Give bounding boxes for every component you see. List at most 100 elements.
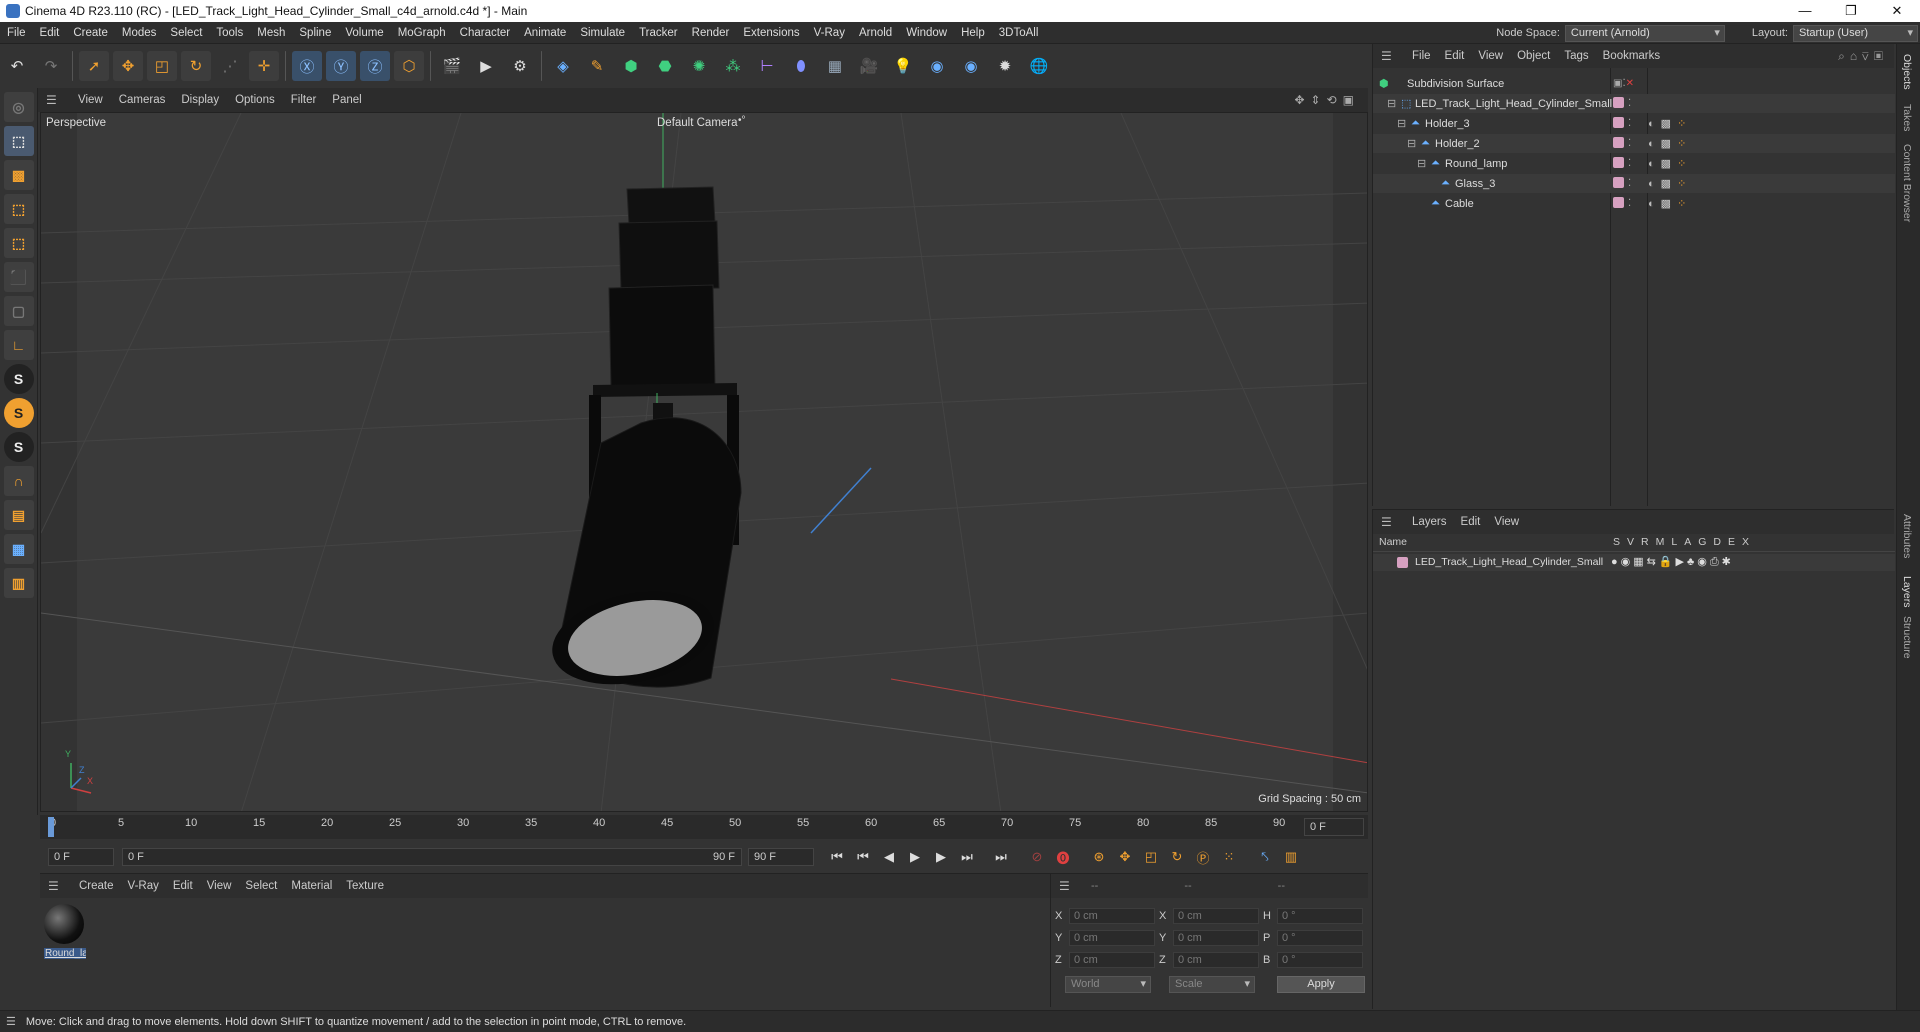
- camera-link-icon[interactable]: •°: [738, 115, 746, 126]
- maximize-button[interactable]: ❐: [1828, 0, 1874, 22]
- tab-objects[interactable]: Objects: [1901, 54, 1913, 90]
- menu-render[interactable]: Render: [685, 22, 737, 44]
- size-x-field[interactable]: 0 cm: [1173, 908, 1259, 924]
- menu-tracker[interactable]: Tracker: [632, 22, 685, 44]
- visibility-dots-icon[interactable]: ⁚: [1628, 158, 1631, 169]
- menu-volume[interactable]: Volume: [338, 22, 390, 44]
- play-icon[interactable]: ▶: [904, 846, 926, 868]
- end-frame-field[interactable]: 90 F: [748, 848, 814, 866]
- coord-space-select[interactable]: World: [1065, 976, 1151, 993]
- phong-tag-icon[interactable]: ◐: [1648, 198, 1655, 210]
- current-frame-field[interactable]: 0 F: [1304, 818, 1364, 836]
- start-frame-field[interactable]: 0 F: [48, 848, 114, 866]
- visibility-dots-icon[interactable]: ⁚: [1628, 118, 1631, 129]
- floor-icon[interactable]: ▦: [820, 51, 850, 81]
- tab-content-browser[interactable]: Content Browser: [1901, 144, 1913, 222]
- material-swatch[interactable]: Round_la: [44, 904, 86, 966]
- settings-gear-icon[interactable]: ✹: [990, 51, 1020, 81]
- menu-vray[interactable]: V-Ray: [807, 22, 852, 44]
- layout-select[interactable]: Startup (User): [1793, 24, 1918, 42]
- object-menu-view[interactable]: View: [1471, 50, 1510, 62]
- key-pla-icon[interactable]: ⁙: [1218, 846, 1240, 868]
- autokey-icon[interactable]: ⓿: [1052, 846, 1074, 868]
- recent-tool-icon[interactable]: ⋰: [215, 51, 245, 81]
- snap-icon[interactable]: S: [3, 364, 34, 394]
- workplane-icon[interactable]: ∟: [3, 330, 34, 360]
- rot-b-field[interactable]: 0 °: [1277, 952, 1363, 968]
- texture-tag-icon[interactable]: ▩: [1661, 137, 1671, 150]
- render-view-icon[interactable]: ▶: [471, 51, 501, 81]
- layer-menu-layers[interactable]: Layers: [1405, 516, 1454, 528]
- visibility-dots-icon[interactable]: ⁚: [1628, 98, 1631, 109]
- material-tag-icon[interactable]: ⁘: [1677, 157, 1686, 170]
- object-row-subdivision[interactable]: ⬢ Subdivision Surface ▣⁚✕: [1373, 74, 1895, 93]
- menu-arnold[interactable]: Arnold: [852, 22, 899, 44]
- move-tool-icon[interactable]: ✥: [113, 51, 143, 81]
- phong-tag-icon[interactable]: ◐: [1648, 138, 1655, 150]
- object-row-roundlamp[interactable]: ⊟ ⏶ Round_lamp ⁚ ◐ ▩ ⁘: [1373, 154, 1895, 173]
- layer-flag-icons[interactable]: ●◉▦⇆🔒▶♣◉⎙✱: [1611, 555, 1734, 569]
- cloner-icon[interactable]: ✺: [684, 51, 714, 81]
- layer-color-swatch[interactable]: [1397, 557, 1408, 568]
- close-button[interactable]: ✕: [1874, 0, 1920, 22]
- key-scale-icon[interactable]: ◰: [1140, 846, 1162, 868]
- edges-mode-icon[interactable]: ⬚: [3, 228, 34, 258]
- extrude-icon[interactable]: ⬣: [650, 51, 680, 81]
- viewport-menu-filter[interactable]: Filter: [283, 94, 325, 106]
- viewport-menu-options[interactable]: Options: [227, 94, 283, 106]
- status-menu-icon[interactable]: ☰: [6, 1015, 16, 1028]
- deformer-icon[interactable]: ⊢: [752, 51, 782, 81]
- object-row-cable[interactable]: ⏶ Cable ⁚ ◐ ▩ ⁘: [1373, 194, 1895, 213]
- light-icon[interactable]: 💡: [888, 51, 918, 81]
- material-menu-create[interactable]: Create: [72, 880, 121, 892]
- tab-attributes[interactable]: Attributes: [1901, 514, 1913, 558]
- object-tags[interactable]: ◐ ▩ ⁘: [1648, 117, 1686, 131]
- texture-tag-icon[interactable]: ▩: [1661, 197, 1671, 210]
- rotate-tool-icon[interactable]: ↻: [181, 51, 211, 81]
- next-key-icon[interactable]: ⏭: [956, 846, 978, 868]
- phong-tag-icon[interactable]: ◐: [1648, 118, 1655, 130]
- scale-tool-icon[interactable]: ◰: [147, 51, 177, 81]
- object-menu-edit[interactable]: Edit: [1438, 50, 1472, 62]
- minimize-button[interactable]: —: [1782, 0, 1828, 22]
- redo-icon[interactable]: ↷: [36, 51, 66, 81]
- menu-modes[interactable]: Modes: [115, 22, 164, 44]
- viewport-menu-cameras[interactable]: Cameras: [111, 94, 174, 106]
- menu-file[interactable]: File: [0, 22, 33, 44]
- key-position-icon[interactable]: ✥: [1114, 846, 1136, 868]
- material-tag-icon[interactable]: ⁘: [1677, 197, 1686, 210]
- menu-character[interactable]: Character: [453, 22, 518, 44]
- workplane-grid-icon[interactable]: ▤: [3, 500, 34, 530]
- layer-menu-edit[interactable]: Edit: [1454, 516, 1488, 528]
- timeline-ruler[interactable]: 0 5 10 15 20 25 30 35 40 45 50 55 60 65 …: [40, 815, 1368, 839]
- layer-row[interactable]: LED_Track_Light_Head_Cylinder_Small ●◉▦⇆…: [1373, 554, 1895, 571]
- layer-menu-view[interactable]: View: [1487, 516, 1526, 528]
- layer-color-tag[interactable]: [1613, 116, 1624, 131]
- object-tags[interactable]: ◐ ▩ ⁘: [1648, 157, 1686, 171]
- size-z-field[interactable]: 0 cm: [1173, 952, 1259, 968]
- object-tags[interactable]: ◐ ▩ ⁘: [1648, 137, 1686, 151]
- expand-icon[interactable]: ⊟: [1397, 117, 1406, 130]
- pos-x-field[interactable]: 0 cm: [1069, 908, 1155, 924]
- layer-color-tag[interactable]: [1613, 96, 1624, 111]
- 3d-viewport[interactable]: Perspective Default Camera •° Y X Z Grid…: [40, 112, 1368, 812]
- object-row-holder2[interactable]: ⊟ ⏶ Holder_2 ⁚ ◐ ▩ ⁘: [1373, 134, 1895, 153]
- field-icon[interactable]: ⬮: [786, 51, 816, 81]
- select-tool-icon[interactable]: ➚: [79, 51, 109, 81]
- globe-icon[interactable]: 🌐: [1024, 51, 1054, 81]
- menu-tools[interactable]: Tools: [209, 22, 250, 44]
- material-tag-icon[interactable]: ⁘: [1677, 137, 1686, 150]
- menu-spline[interactable]: Spline: [292, 22, 338, 44]
- expand-icon[interactable]: ⊟: [1417, 157, 1426, 170]
- frame-range-slider[interactable]: 0 F 90 F: [122, 848, 742, 866]
- coord-mode-select[interactable]: Scale: [1169, 976, 1255, 993]
- model-mode-icon[interactable]: ⬚: [3, 126, 34, 156]
- make-editable-icon[interactable]: ◎: [3, 92, 34, 122]
- material-menu-view[interactable]: View: [200, 880, 239, 892]
- object-menu-bookmarks[interactable]: Bookmarks: [1596, 50, 1668, 62]
- object-row-led[interactable]: ⊟ ⬚ LED_Track_Light_Head_Cylinder_Small …: [1373, 94, 1895, 113]
- menu-mesh[interactable]: Mesh: [250, 22, 292, 44]
- object-menu-icon[interactable]: ☰: [1381, 49, 1397, 63]
- apply-button[interactable]: Apply: [1277, 976, 1365, 993]
- menu-window[interactable]: Window: [899, 22, 954, 44]
